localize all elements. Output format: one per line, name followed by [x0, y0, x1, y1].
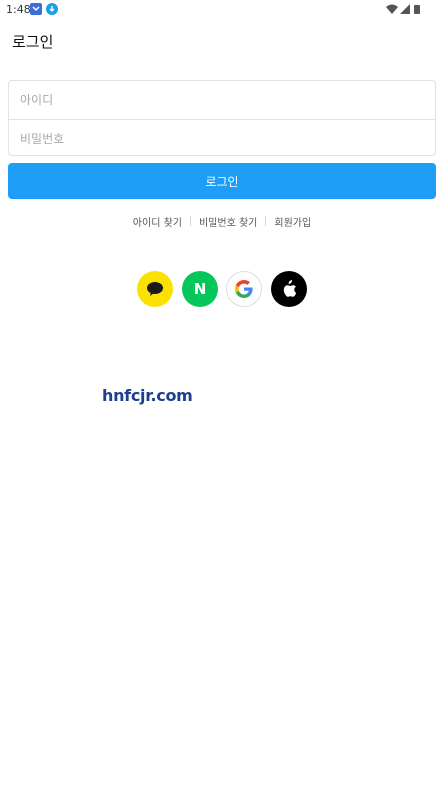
speech-bubble-icon	[147, 282, 163, 296]
naver-n-icon: N	[193, 280, 207, 298]
naver-login-button[interactable]: N	[182, 271, 218, 307]
find-password-link[interactable]: 비밀번호 찾기	[191, 214, 265, 229]
signal-icon	[400, 4, 410, 14]
apple-icon	[283, 280, 297, 297]
status-bar: 1:48	[0, 0, 444, 20]
account-links: 아이디 찾기 비밀번호 찾기 회원가입	[0, 213, 444, 229]
password-input[interactable]	[9, 119, 435, 157]
social-login: N	[137, 271, 307, 307]
status-time: 1:48	[6, 3, 31, 16]
kakao-login-button[interactable]	[137, 271, 173, 307]
page-title: 로그인	[12, 33, 54, 51]
find-id-link[interactable]: 아이디 찾기	[125, 214, 190, 229]
system-status-icons	[386, 4, 420, 14]
signup-link[interactable]: 회원가입	[266, 214, 319, 229]
wifi-icon	[386, 4, 398, 14]
download-icon	[46, 3, 58, 15]
id-input[interactable]	[9, 81, 435, 119]
login-form	[8, 80, 436, 157]
watermark: hnfcjr.com	[102, 386, 193, 405]
login-button[interactable]: 로그인	[8, 163, 436, 199]
apple-login-button[interactable]	[271, 271, 307, 307]
app-notification-icon	[30, 3, 42, 15]
battery-icon	[414, 5, 420, 14]
google-login-button[interactable]	[226, 271, 262, 307]
google-g-icon	[235, 280, 253, 298]
